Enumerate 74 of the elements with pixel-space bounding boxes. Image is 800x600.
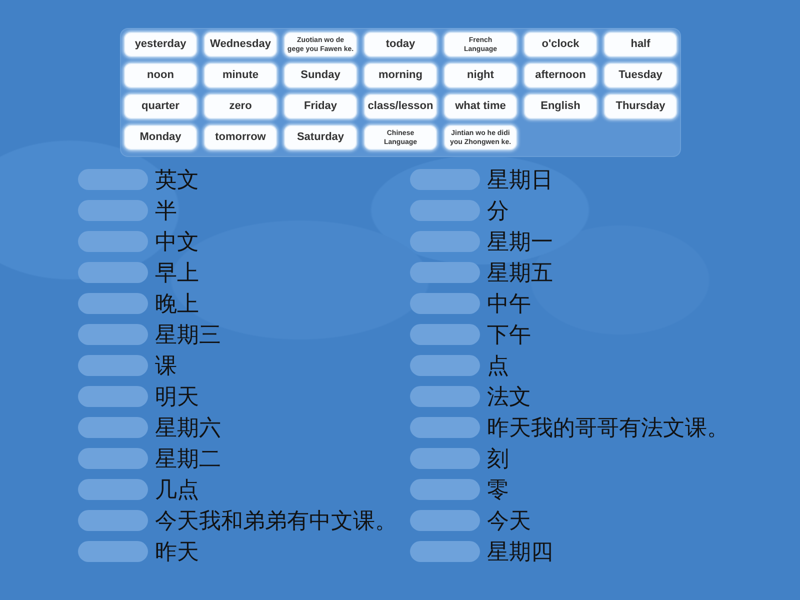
answer-box[interactable]: [410, 200, 480, 221]
word-tile[interactable]: quarter: [124, 94, 197, 119]
prompt-text: 星期四: [487, 538, 553, 566]
answer-box[interactable]: [410, 293, 480, 314]
prompt-text: 课: [155, 352, 177, 380]
word-tile[interactable]: Wednesday: [204, 32, 277, 57]
prompt-text: 零: [487, 476, 509, 504]
word-tile[interactable]: class/lesson: [364, 94, 437, 119]
word-tile[interactable]: what time: [444, 94, 517, 119]
answer-box[interactable]: [78, 200, 148, 221]
answer-box[interactable]: [78, 417, 148, 438]
answer-box[interactable]: [410, 169, 480, 190]
answer-box[interactable]: [78, 324, 148, 345]
word-tile[interactable]: Monday: [124, 125, 197, 150]
prompt-text: 中文: [155, 228, 199, 256]
prompt-text: 星期二: [155, 444, 221, 472]
prompt-text: 昨天: [155, 538, 199, 566]
word-tile[interactable]: minute: [204, 63, 277, 88]
answer-box[interactable]: [410, 479, 480, 500]
prompt-text: 星期六: [155, 414, 221, 442]
answer-box[interactable]: [410, 355, 480, 376]
prompt-text: 星期三: [155, 320, 221, 348]
answer-box[interactable]: [410, 541, 480, 562]
answer-box[interactable]: [78, 510, 148, 531]
word-tile[interactable]: English: [524, 94, 597, 119]
prompt-text: 分: [487, 196, 509, 224]
answer-box[interactable]: [410, 510, 480, 531]
prompt-text: 星期日: [487, 166, 553, 194]
answer-box[interactable]: [410, 386, 480, 407]
prompt-text: 几点: [155, 476, 199, 504]
word-tile[interactable]: morning: [364, 63, 437, 88]
word-tile[interactable]: yesterday: [124, 32, 197, 57]
prompt-text: 今天: [487, 506, 531, 534]
prompt-text: 昨天我的哥哥有法文课。: [487, 414, 729, 442]
word-tile[interactable]: Saturday: [284, 125, 357, 150]
prompt-text: 刻: [487, 444, 509, 472]
word-tile[interactable]: zero: [204, 94, 277, 119]
answer-box[interactable]: [78, 262, 148, 283]
answer-box[interactable]: [78, 169, 148, 190]
answer-box[interactable]: [78, 355, 148, 376]
prompt-text: 法文: [487, 382, 531, 410]
word-tile[interactable]: Tuesday: [604, 63, 677, 88]
word-tile[interactable]: half: [604, 32, 677, 57]
word-tile[interactable]: Friday: [284, 94, 357, 119]
answer-box[interactable]: [410, 417, 480, 438]
answer-box[interactable]: [78, 448, 148, 469]
word-tile[interactable]: o'clock: [524, 32, 597, 57]
word-tile[interactable]: today: [364, 32, 437, 57]
prompt-text: 英文: [155, 166, 199, 194]
word-tile[interactable]: Thursday: [604, 94, 677, 119]
answer-box[interactable]: [78, 541, 148, 562]
answer-box[interactable]: [410, 448, 480, 469]
answer-box[interactable]: [78, 386, 148, 407]
word-tile[interactable]: afternoon: [524, 63, 597, 88]
prompt-text: 下午: [487, 320, 531, 348]
word-tile[interactable]: night: [444, 63, 517, 88]
answer-box[interactable]: [78, 293, 148, 314]
prompt-text: 明天: [155, 382, 199, 410]
answer-box[interactable]: [410, 231, 480, 252]
answer-box[interactable]: [78, 479, 148, 500]
answer-box[interactable]: [410, 262, 480, 283]
prompt-text: 点: [487, 352, 509, 380]
word-tile[interactable]: Sunday: [284, 63, 357, 88]
prompt-text: 晚上: [155, 290, 199, 318]
prompt-text: 星期一: [487, 228, 553, 256]
word-tile[interactable]: noon: [124, 63, 197, 88]
prompt-text: 早上: [155, 258, 199, 286]
answer-box[interactable]: [410, 324, 480, 345]
prompt-text: 今天我和弟弟有中文课。: [155, 506, 397, 534]
prompt-text: 星期五: [487, 258, 553, 286]
answer-box[interactable]: [78, 231, 148, 252]
prompt-text: 半: [155, 196, 177, 224]
prompt-text: 中午: [487, 290, 531, 318]
word-tile[interactable]: tomorrow: [204, 125, 277, 150]
